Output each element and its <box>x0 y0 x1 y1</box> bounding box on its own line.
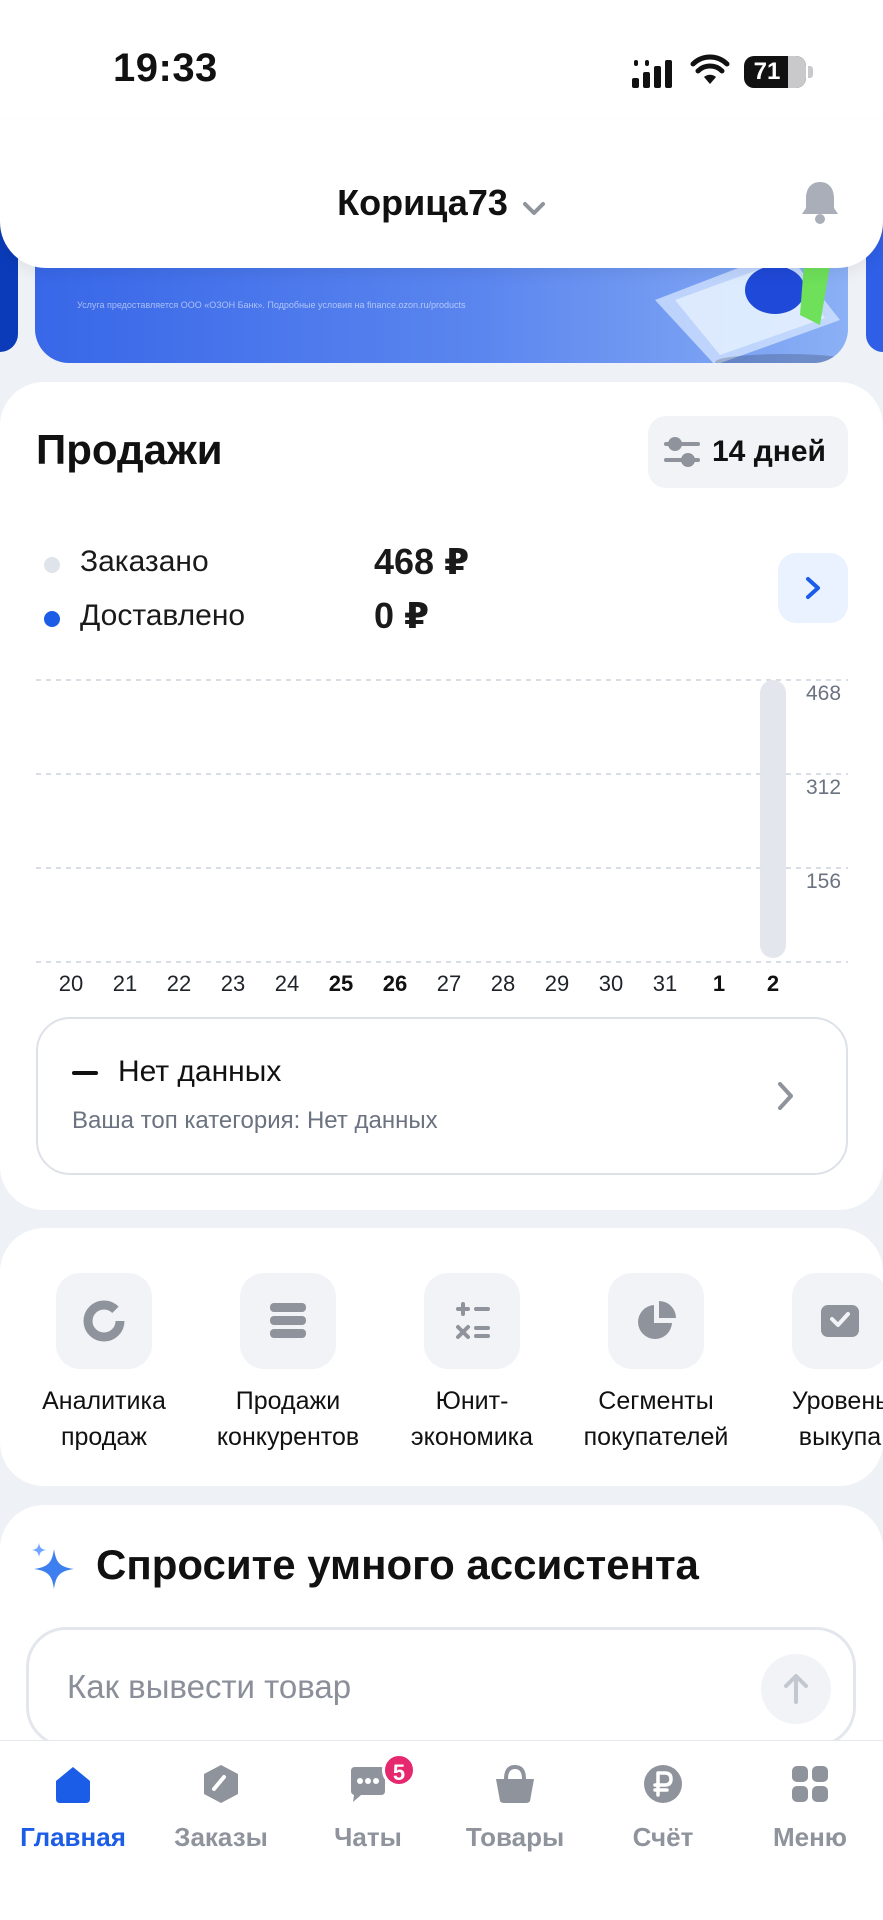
x-tick-label: 24 <box>275 971 299 996</box>
sales-chart: 468 312 156 20 21 22 23 24 25 26 27 28 29 30 31 1 2 <box>36 679 848 996</box>
tool-unit-economics[interactable]: Юнит- экономика <box>382 1273 562 1455</box>
x-tick-label: 31 <box>653 971 677 996</box>
tab-label: Заказы <box>174 1822 268 1852</box>
pie-icon <box>638 1301 676 1339</box>
x-tick-label: 2 <box>767 971 779 996</box>
analytics-tools-card: Аналитика продаж Продажи конкурентов Юни… <box>0 1228 883 1486</box>
ruble-icon <box>644 1765 682 1803</box>
wifi-icon <box>690 54 730 84</box>
y-tick-label: 468 <box>806 682 841 705</box>
tool-competitor-sales[interactable]: Продажи конкурентов <box>198 1273 378 1455</box>
sales-title: Продажи <box>36 426 223 473</box>
cellular-signal-icon <box>632 60 672 88</box>
home-icon <box>56 1767 90 1803</box>
tool-label: Сегменты покупателей <box>583 1387 729 1451</box>
tab-products[interactable]: Товары <box>445 1761 585 1853</box>
tab-label: Меню <box>772 1822 848 1852</box>
stack-icon <box>270 1303 306 1338</box>
top-category-subtitle: Ваша топ категория: Нет данных <box>72 1107 438 1134</box>
x-tick-label: 29 <box>545 971 569 996</box>
legend-value-ordered: 468 ₽ <box>374 541 470 582</box>
top-category-card[interactable]: Нет данных Ваша топ категория: Нет данны… <box>36 1017 848 1175</box>
bottom-tab-bar: Главная Заказы Чаты 5 Товары Счёт Меню <box>0 1740 883 1920</box>
top-category-title: Нет данных <box>72 1055 281 1089</box>
legend-value-delivered: 0 ₽ <box>374 595 430 636</box>
tab-label: Счёт <box>632 1822 694 1852</box>
y-tick-label: 312 <box>806 776 841 799</box>
chevron-down-icon <box>522 184 546 226</box>
chart-bar <box>760 680 786 958</box>
filter-sliders-icon <box>664 437 700 467</box>
tool-buyout-level[interactable]: Уровень выкупа <box>750 1273 883 1455</box>
y-tick-label: 156 <box>806 870 841 893</box>
chevron-right-icon <box>778 1082 793 1110</box>
legend-dot-delivered <box>44 611 60 627</box>
legend-dot-ordered <box>44 557 60 573</box>
period-filter-button[interactable]: 14 дней <box>648 416 848 488</box>
tool-label: Юнит- экономика <box>410 1387 534 1451</box>
bell-icon[interactable] <box>800 178 840 224</box>
legend-label-delivered: Доставлено <box>80 599 246 632</box>
tool-label: Продажи конкурентов <box>216 1387 360 1451</box>
arrow-up-icon <box>784 1674 808 1704</box>
chats-unread-badge: 5 <box>382 1753 416 1787</box>
x-tick-label: 25 <box>329 971 353 996</box>
tab-menu[interactable]: Меню <box>740 1761 880 1853</box>
app-header: Корица73 <box>0 120 883 268</box>
tab-label: Чаты <box>334 1822 402 1852</box>
tab-label: Главная <box>20 1822 126 1852</box>
x-tick-label: 26 <box>383 971 407 996</box>
x-tick-label: 20 <box>59 971 83 996</box>
period-label: 14 дней <box>712 435 826 468</box>
sales-details-button[interactable] <box>778 553 848 623</box>
battery-level: 71 <box>753 58 781 85</box>
tab-home[interactable]: Главная <box>3 1761 143 1853</box>
tool-customer-segments[interactable]: Сегменты покупателей <box>566 1273 746 1455</box>
tab-orders[interactable]: Заказы <box>151 1761 291 1853</box>
x-tick-label: 21 <box>113 971 137 996</box>
orders-box-icon <box>204 1765 238 1803</box>
sparkle-icon <box>32 1543 74 1589</box>
calculator-icon <box>456 1302 490 1339</box>
tab-label: Товары <box>465 1822 565 1852</box>
tool-label: Уровень выкупа <box>791 1387 883 1451</box>
grid-menu-icon <box>792 1766 828 1802</box>
tab-account[interactable]: Счёт <box>593 1761 733 1853</box>
sales-card: Продажи 14 дней Заказано 468 ₽ Доставлен… <box>0 382 883 1210</box>
assistant-title: Спросите умного ассистента <box>96 1541 699 1588</box>
legend-label-ordered: Заказано <box>80 545 209 578</box>
x-tick-label: 23 <box>221 971 245 996</box>
x-tick-label: 1 <box>713 971 725 996</box>
box-check-icon <box>821 1305 859 1337</box>
assistant-placeholder: Как вывести товар <box>67 1668 352 1705</box>
assistant-input[interactable]: Как вывести товар <box>26 1627 856 1747</box>
tool-label: Аналитика продаж <box>42 1387 166 1451</box>
battery-icon: 71 <box>744 56 806 88</box>
x-tick-label: 22 <box>167 971 191 996</box>
x-tick-label: 27 <box>437 971 461 996</box>
x-tick-label: 30 <box>599 971 623 996</box>
store-selector[interactable]: Корица73 <box>0 182 883 226</box>
x-tick-label: 28 <box>491 971 515 996</box>
tool-sales-analytics[interactable]: Аналитика продаж <box>14 1273 194 1455</box>
chevron-right-icon <box>806 577 820 599</box>
banner-legal-text: Услуга предоставляется ООО «ОЗОН Банк». … <box>77 300 466 310</box>
send-button[interactable] <box>761 1654 831 1724</box>
donut-icon <box>83 1300 125 1342</box>
tab-chats[interactable]: Чаты <box>298 1761 438 1853</box>
status-time: 19:33 <box>113 46 218 90</box>
dash-icon <box>72 1071 98 1075</box>
basket-icon <box>496 1764 534 1803</box>
store-name: Корица73 <box>337 182 508 223</box>
